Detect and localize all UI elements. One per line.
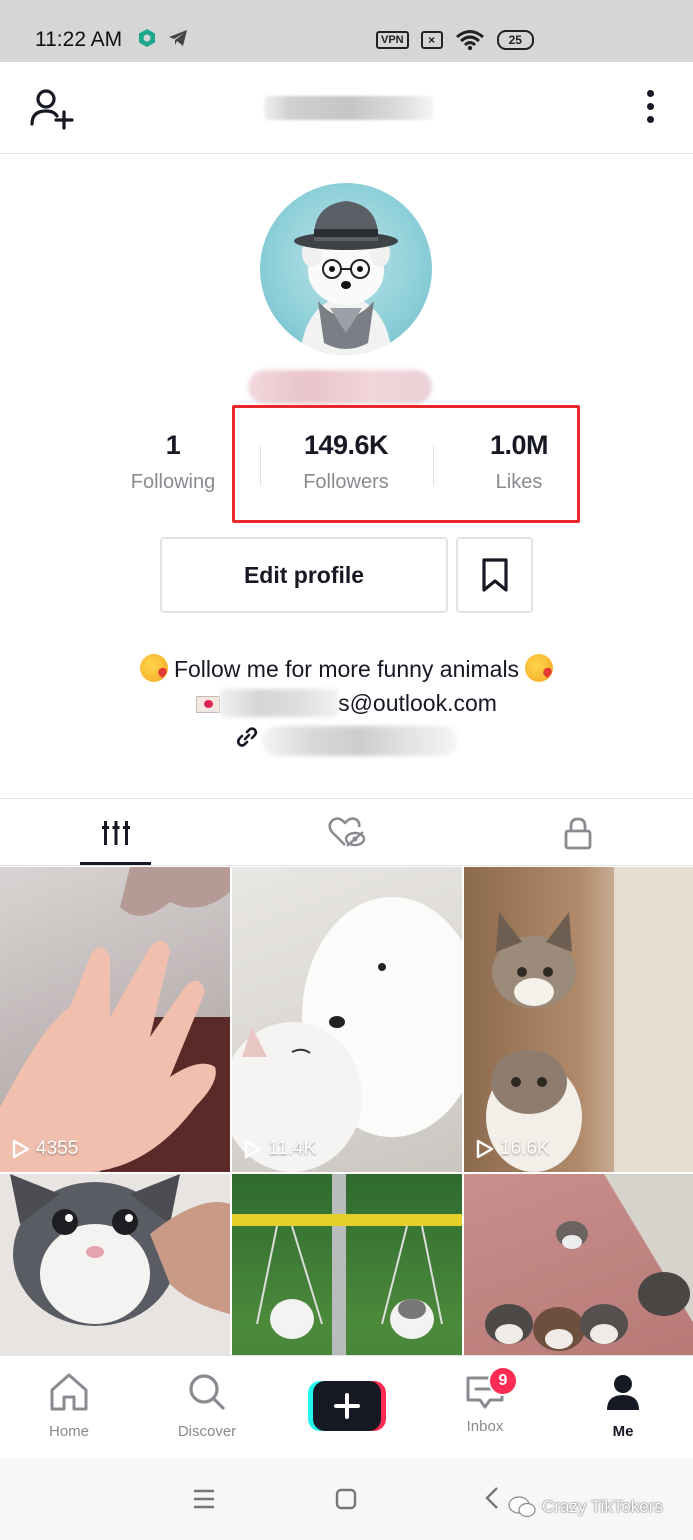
dog-and-cat-image xyxy=(232,897,462,1172)
nav-discover-label: Discover xyxy=(177,1423,237,1440)
bottom-navigation: Home Discover 9 Inbox Me xyxy=(0,1355,693,1458)
video-thumbnail[interactable] xyxy=(232,1174,462,1355)
bio-line-1: Follow me for more funny animals xyxy=(0,652,693,686)
watermark: Crazy TikTokers xyxy=(508,1496,663,1518)
tab-liked[interactable] xyxy=(231,799,462,866)
status-bar: 11:22 AM VPN × 25 xyxy=(0,0,693,62)
favorites-button[interactable] xyxy=(456,537,533,613)
love-letter-icon xyxy=(196,696,221,713)
avatar[interactable] xyxy=(260,183,432,355)
recent-apps-icon[interactable] xyxy=(192,1488,216,1510)
play-icon xyxy=(244,1139,262,1159)
profile-bio: Follow me for more funny animals s@outlo… xyxy=(0,652,693,756)
link-redacted xyxy=(262,726,458,756)
vertical-dots-icon xyxy=(646,90,654,97)
puppies-on-path-image xyxy=(485,1174,693,1351)
profile-header xyxy=(0,62,693,154)
two-cats-image xyxy=(486,867,693,1172)
inbox-badge: 9 xyxy=(488,1366,518,1396)
bio-text: Follow me for more funny animals xyxy=(173,656,520,682)
video-views: 16.6K xyxy=(476,1138,550,1160)
wechat-logo-icon xyxy=(508,1496,536,1518)
video-thumbnail[interactable]: 11.4K xyxy=(232,867,462,1172)
add-friend-button[interactable] xyxy=(28,84,76,132)
battery-icon: 25 xyxy=(496,30,534,50)
vpn-icon: VPN xyxy=(376,31,409,49)
tab-private[interactable] xyxy=(462,799,693,866)
edit-profile-button[interactable]: Edit profile xyxy=(160,537,448,613)
bio-email-line: s@outlook.com xyxy=(0,686,693,720)
video-thumbnail[interactable] xyxy=(464,1174,693,1355)
status-time: 11:22 AM xyxy=(35,28,123,51)
annotation-highlight-box xyxy=(232,405,580,523)
profile-tabs xyxy=(0,798,693,866)
nav-discover[interactable]: Discover xyxy=(147,1372,267,1440)
nav-inbox-label: Inbox xyxy=(466,1418,504,1435)
kiss-emoji-icon xyxy=(525,654,554,682)
puppies-on-swings-image xyxy=(232,1174,462,1355)
play-icon xyxy=(476,1139,494,1159)
telegram-icon xyxy=(169,30,187,46)
avatar-dog-in-hat xyxy=(294,201,398,355)
search-icon xyxy=(189,1374,225,1410)
app-notification-icon xyxy=(139,29,155,47)
sim-off-icon: × xyxy=(420,31,443,49)
video-thumbnail[interactable]: 16.6K xyxy=(464,867,693,1172)
email-suffix: s@outlook.com xyxy=(338,690,497,716)
nav-me[interactable]: Me xyxy=(563,1372,683,1440)
video-thumbnail[interactable] xyxy=(0,1174,230,1355)
nav-inbox[interactable]: 9 Inbox xyxy=(425,1366,545,1435)
lock-icon xyxy=(564,817,591,849)
create-video-button[interactable] xyxy=(308,1381,386,1431)
watermark-text: Crazy TikTokers xyxy=(542,1497,663,1516)
username-redacted xyxy=(248,370,432,404)
video-grid: 4355 11.4K 16.6K xyxy=(0,867,693,1355)
video-views: 4355 xyxy=(12,1138,78,1160)
bio-link-line[interactable] xyxy=(0,720,693,756)
active-tab-indicator xyxy=(80,862,151,865)
video-views-count: 4355 xyxy=(36,1138,79,1159)
plus-icon xyxy=(308,1381,386,1431)
video-views-count: 11.4K xyxy=(268,1138,317,1159)
system-navigation-bar: Crazy TikTokers xyxy=(0,1458,693,1540)
play-icon xyxy=(12,1139,30,1159)
back-chevron-icon[interactable] xyxy=(484,1486,500,1510)
person-plus-icon xyxy=(30,89,74,130)
kitten-image xyxy=(10,1174,230,1326)
home-square-icon[interactable] xyxy=(335,1488,357,1510)
nav-home[interactable]: Home xyxy=(9,1372,129,1440)
status-notification-icons xyxy=(137,28,189,48)
grid-bars-icon xyxy=(101,820,130,845)
liked-hidden-icon xyxy=(327,816,365,847)
tab-videos[interactable] xyxy=(0,799,231,866)
video-views-count: 16.6K xyxy=(500,1138,550,1159)
wifi-icon xyxy=(455,30,484,51)
nav-home-label: Home xyxy=(48,1423,89,1440)
video-views: 11.4K xyxy=(244,1138,316,1160)
sugar-glider-hand-image xyxy=(0,867,230,1172)
nav-me-label: Me xyxy=(612,1423,634,1440)
video-thumbnail[interactable]: 4355 xyxy=(0,867,230,1172)
status-right-icons: VPN × 25 xyxy=(376,29,534,51)
profile-icon xyxy=(607,1375,639,1410)
email-redacted xyxy=(220,689,339,717)
bookmark-icon xyxy=(481,558,508,592)
more-options-button[interactable] xyxy=(636,90,664,130)
link-icon xyxy=(236,727,258,747)
kiss-emoji-icon xyxy=(139,654,168,682)
home-icon xyxy=(50,1373,88,1411)
profile-name-redacted xyxy=(264,96,434,120)
